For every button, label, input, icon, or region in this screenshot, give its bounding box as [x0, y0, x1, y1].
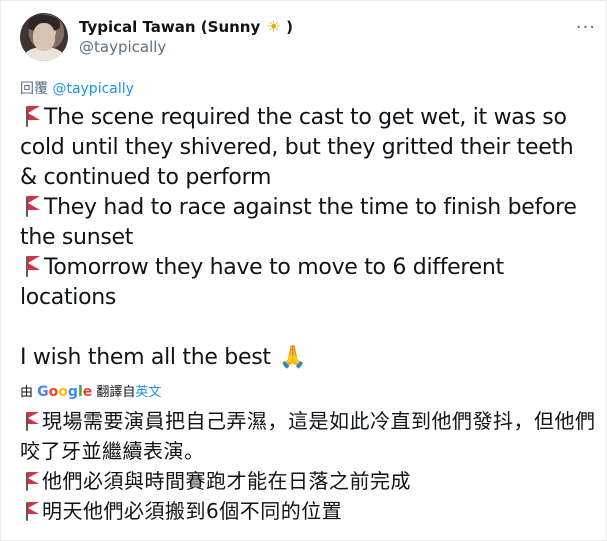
more-options-icon[interactable]: ···: [576, 17, 596, 38]
tweet-header: Typical Tawan (Sunny ☀ ) @taypically ···: [20, 13, 596, 65]
avatar[interactable]: [20, 13, 68, 61]
translated-line: 他們必須與時間賽跑才能在日落之前完成: [20, 466, 600, 496]
translated-line: 明天他們必須搬到6個不同的位置: [20, 496, 600, 526]
tweet-line: The scene required the cast to get wet, …: [20, 105, 574, 190]
translated-line: 現場需要演員把自己弄濕，這是如此冷直到他們發抖，但他們咬了牙並繼續表演。: [20, 409, 596, 463]
tweet-closing: I wish them all the best 🙏: [20, 343, 595, 373]
reply-prefix: 回覆: [20, 81, 48, 97]
display-name-close: ): [286, 18, 293, 36]
folded-hands-icon: 🙏: [279, 345, 307, 370]
reply-mention-link[interactable]: @taypically: [52, 81, 133, 97]
triangular-flag-icon: [20, 501, 42, 521]
translation-attribution: 由 Google 翻譯自英文: [20, 381, 161, 400]
reply-context: 回覆 @taypically: [20, 78, 134, 98]
triangular-flag-icon: [20, 255, 44, 277]
tweet-line: Tomorrow they have to move to 6 differen…: [20, 255, 504, 310]
user-handle[interactable]: @taypically: [79, 37, 293, 58]
triangular-flag-icon: [20, 105, 44, 127]
triangular-flag-icon: [20, 195, 44, 217]
author-info[interactable]: Typical Tawan (Sunny ☀ ) @taypically: [79, 17, 293, 58]
translated-text: 現場需要演員把自己弄濕，這是如此冷直到他們發抖，但他們咬了牙並繼續表演。 他們必…: [20, 406, 600, 526]
display-name-text: Typical Tawan (Sunny: [79, 18, 261, 36]
source-language-link[interactable]: 英文: [135, 385, 161, 400]
triangular-flag-icon: [20, 471, 42, 491]
tweet-card: Typical Tawan (Sunny ☀ ) @taypically ···…: [0, 0, 607, 541]
translated-by-label: 由: [20, 385, 34, 400]
google-logo[interactable]: Google: [37, 384, 92, 400]
translated-from-label: 翻譯自: [96, 385, 136, 400]
sun-icon: ☀: [266, 17, 281, 36]
tweet-line: They had to race against the time to fin…: [20, 195, 577, 250]
triangular-flag-icon: [20, 411, 42, 431]
tweet-text: The scene required the cast to get wet, …: [20, 103, 595, 373]
display-name[interactable]: Typical Tawan (Sunny ☀ ): [79, 17, 293, 37]
